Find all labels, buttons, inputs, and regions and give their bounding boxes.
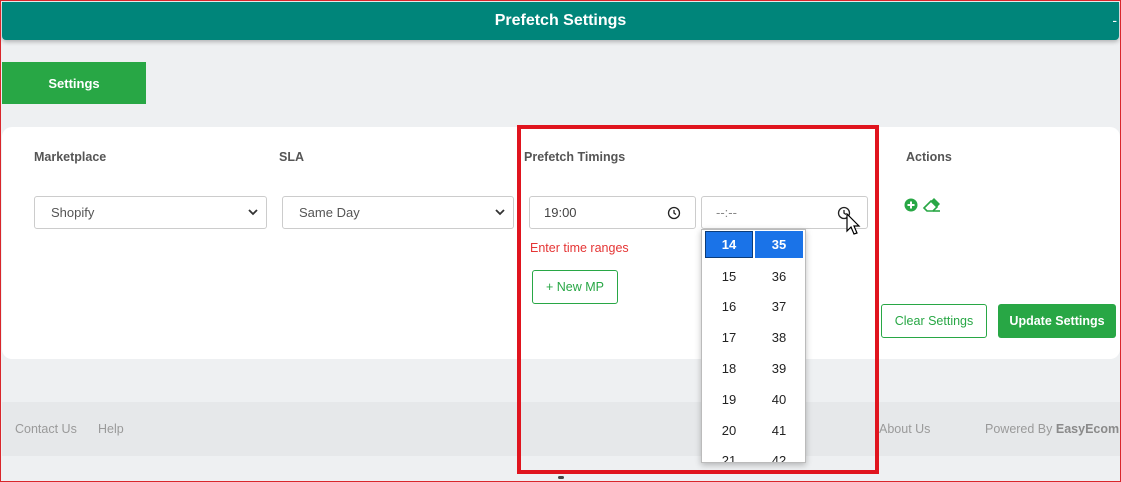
chevron-down-icon: [248, 209, 258, 216]
eraser-icon[interactable]: [922, 197, 942, 213]
help-link[interactable]: Help: [98, 422, 124, 436]
minute-option[interactable]: 39: [755, 353, 803, 384]
time-range-error: Enter time ranges: [530, 241, 629, 255]
prefetch-timings-column-label: Prefetch Timings: [524, 150, 626, 164]
new-mp-label: + New MP: [545, 280, 604, 294]
about-us-link[interactable]: About Us: [879, 422, 930, 436]
end-time-input[interactable]: --:--: [701, 196, 868, 229]
time-picker-dropdown[interactable]: 14 15 16 17 18 19 20 21 35 36 37 38 39 4…: [701, 229, 806, 463]
page-header: Prefetch Settings -: [2, 2, 1119, 40]
hour-option-selected[interactable]: 14: [705, 231, 753, 258]
minute-option[interactable]: 41: [755, 415, 803, 446]
minute-option[interactable]: 40: [755, 384, 803, 415]
sla-select-value: Same Day: [299, 205, 360, 220]
edge-mark: [558, 476, 564, 479]
minute-option[interactable]: 36: [755, 261, 803, 292]
plus-circle-icon[interactable]: [903, 197, 919, 213]
minute-column[interactable]: 35 36 37 38 39 40 41 42: [755, 230, 803, 462]
page-footer: [2, 402, 1120, 456]
brand-name: EasyEcom: [1055, 422, 1120, 436]
minute-option[interactable]: 42: [755, 446, 803, 462]
hour-option[interactable]: 21: [705, 446, 753, 462]
hour-column[interactable]: 14 15 16 17 18 19 20 21: [705, 230, 753, 462]
update-settings-label: Update Settings: [1009, 314, 1105, 328]
hour-option[interactable]: 20: [705, 415, 753, 446]
marketplace-select[interactable]: Shopify: [34, 196, 267, 229]
sla-select[interactable]: Same Day: [282, 196, 514, 229]
tab-settings[interactable]: Settings: [2, 62, 146, 104]
minute-option-selected[interactable]: 35: [755, 231, 803, 258]
minute-option[interactable]: 37: [755, 292, 803, 323]
chevron-down-icon: [495, 209, 505, 216]
mouse-cursor-icon: [846, 213, 861, 235]
new-mp-button[interactable]: + New MP: [532, 270, 618, 304]
marketplace-select-value: Shopify: [51, 205, 95, 220]
marketplace-column-label: Marketplace: [34, 150, 107, 164]
contact-us-link[interactable]: Contact Us: [15, 422, 77, 436]
powered-by-label: Powered By: [985, 422, 1053, 436]
start-time-input[interactable]: 19:00: [529, 196, 696, 229]
actions-column-label: Actions: [906, 150, 952, 164]
hour-option[interactable]: 15: [705, 261, 753, 292]
clear-settings-button[interactable]: Clear Settings: [881, 304, 987, 338]
hour-option[interactable]: 16: [705, 292, 753, 323]
start-time-value: 19:00: [544, 205, 577, 220]
update-settings-button[interactable]: Update Settings: [998, 304, 1116, 338]
sla-column-label: SLA: [279, 150, 304, 164]
tab-settings-label: Settings: [48, 75, 100, 91]
hour-option[interactable]: 18: [705, 353, 753, 384]
powered-by-text: Powered By EasyEcom: [985, 422, 1119, 436]
minute-option[interactable]: 38: [755, 322, 803, 353]
clear-settings-label: Clear Settings: [894, 314, 974, 328]
header-edge-mark: -: [1112, 12, 1117, 28]
clock-icon[interactable]: [667, 206, 681, 220]
hour-option[interactable]: 17: [705, 322, 753, 353]
page-title: Prefetch Settings: [494, 12, 627, 29]
hour-option[interactable]: 19: [705, 384, 753, 415]
end-time-value: --:--: [716, 205, 737, 220]
